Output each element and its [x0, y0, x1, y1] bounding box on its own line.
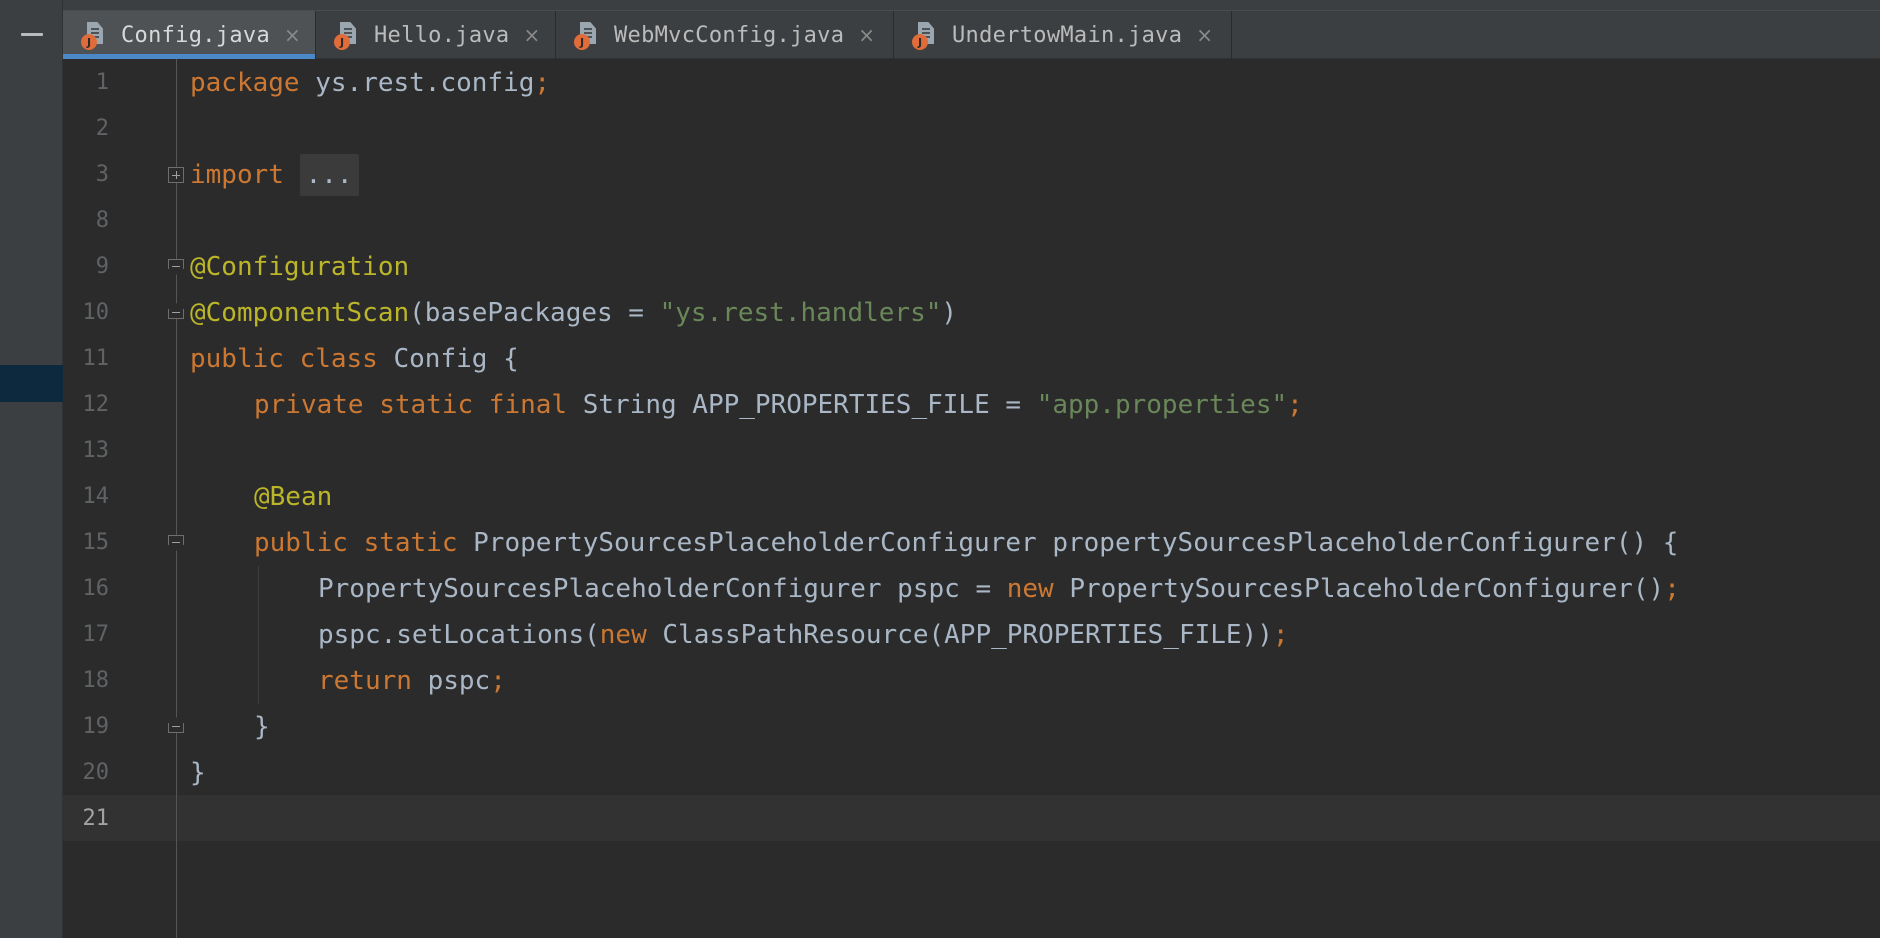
keyword: private static final [254, 390, 568, 420]
editor-tab-bar: J Config.java × J Hello.java × J WebMvcC… [63, 11, 1880, 59]
code-text: pspc.setLocations( [318, 620, 600, 650]
line-number: 8 [95, 208, 109, 233]
java-file-icon: J [334, 20, 358, 50]
folded-imports[interactable]: ... [299, 154, 359, 196]
code-text: PropertySourcesPlaceholderConfigurer psp… [318, 574, 1007, 604]
tab-undertowmain-java[interactable]: J UndertowMain.java × [894, 11, 1232, 59]
code-line-11[interactable]: public class Config { [190, 336, 519, 382]
keyword: public class [190, 344, 378, 374]
code-line-9[interactable]: @Configuration [190, 244, 409, 290]
line-number: 15 [82, 530, 110, 555]
minus-icon [20, 32, 43, 36]
annotation: @ComponentScan [190, 298, 410, 328]
line-number: 13 [82, 438, 110, 463]
code-text: ClassPathResource(APP_PROPERTIES_FILE)) [646, 620, 1273, 650]
keyword: public static [254, 528, 458, 558]
semicolon: ; [534, 68, 551, 98]
code-line-18[interactable]: return pspc; [318, 658, 506, 704]
tab-label: UndertowMain.java [952, 22, 1183, 48]
code-text: ) [941, 298, 958, 328]
fold-collapse-icon[interactable] [168, 535, 184, 551]
gutter-separator [176, 59, 177, 938]
fold-expand-icon[interactable] [168, 167, 184, 183]
code-text: PropertySourcesPlaceholderConfigurer() [1053, 574, 1665, 604]
line-number: 16 [82, 576, 110, 601]
current-line-highlight [63, 795, 1880, 841]
keyword: import [190, 160, 284, 190]
close-icon[interactable]: × [858, 23, 875, 47]
annotation: @Configuration [190, 252, 410, 282]
annotation: @Bean [254, 482, 333, 512]
tab-label: WebMvcConfig.java [614, 22, 845, 48]
window-top-strip [0, 0, 1880, 11]
code-text: PropertySourcesPlaceholderConfigurer pro… [457, 528, 1679, 558]
indent-guide [258, 566, 259, 704]
string-literal: "ys.rest.handlers" [659, 298, 942, 328]
line-number: 1 [95, 70, 109, 95]
code-line-19[interactable]: } [254, 704, 270, 750]
line-number: 11 [82, 346, 110, 371]
fold-end-icon[interactable] [168, 717, 184, 733]
semicolon: ; [1272, 620, 1289, 650]
line-number-current: 21 [82, 806, 110, 831]
keyword: return [318, 666, 412, 696]
code-line-20[interactable]: } [190, 750, 206, 796]
line-number: 12 [82, 392, 110, 417]
line-number: 17 [82, 622, 110, 647]
keyword: new [1006, 574, 1054, 604]
tab-webmvcconfig-java[interactable]: J WebMvcConfig.java × [556, 11, 894, 59]
line-number: 20 [82, 760, 110, 785]
code-text: (basePackages = [409, 298, 660, 328]
code-line-10[interactable]: @ComponentScan(basePackages = "ys.rest.h… [190, 290, 957, 336]
semicolon: ; [1664, 574, 1680, 604]
close-icon[interactable]: × [523, 23, 540, 47]
tab-hello-java[interactable]: J Hello.java × [316, 11, 556, 59]
line-number: 18 [82, 668, 110, 693]
code-line-15[interactable]: public static PropertySourcesPlaceholder… [254, 520, 1678, 566]
tab-config-java[interactable]: J Config.java × [63, 11, 316, 59]
fold-end-icon[interactable] [168, 303, 184, 319]
line-number: 3 [95, 162, 109, 187]
code-text: } [254, 712, 270, 742]
line-number: 19 [82, 714, 110, 739]
code-text: } [190, 758, 206, 788]
line-number: 10 [82, 300, 110, 325]
code-text: ys.rest.config [299, 68, 535, 98]
code-text: String APP_PROPERTIES_FILE = [567, 390, 1037, 420]
left-tool-strip [0, 0, 63, 938]
left-strip-marker [0, 365, 63, 402]
line-number: 14 [82, 484, 110, 509]
code-line-16[interactable]: PropertySourcesPlaceholderConfigurer psp… [318, 566, 1680, 612]
keyword: new [599, 620, 647, 650]
code-line-14[interactable]: @Bean [254, 474, 332, 520]
close-icon[interactable]: × [284, 23, 301, 47]
code-line-1[interactable]: package ys.rest.config; [190, 60, 550, 106]
collapse-button[interactable] [0, 11, 63, 57]
close-icon[interactable]: × [1196, 23, 1213, 47]
code-line-17[interactable]: pspc.setLocations(new ClassPathResource(… [318, 612, 1289, 658]
java-file-icon: J [81, 20, 105, 50]
semicolon: ; [1287, 390, 1303, 420]
code-line-12[interactable]: private static final String APP_PROPERTI… [254, 382, 1303, 428]
code-line-3[interactable]: import ... [190, 152, 359, 198]
keyword: package [190, 68, 300, 98]
java-file-icon: J [574, 20, 598, 50]
code-text: pspc [411, 666, 491, 696]
line-number: 2 [95, 116, 109, 141]
code-text: Config { [377, 344, 519, 374]
tab-label: Hello.java [374, 22, 510, 48]
fold-collapse-icon[interactable] [168, 259, 184, 275]
tab-label: Config.java [121, 22, 270, 48]
java-file-icon: J [912, 20, 936, 50]
line-number: 9 [95, 254, 109, 279]
string-literal: "app.properties" [1036, 390, 1288, 420]
semicolon: ; [490, 666, 506, 696]
